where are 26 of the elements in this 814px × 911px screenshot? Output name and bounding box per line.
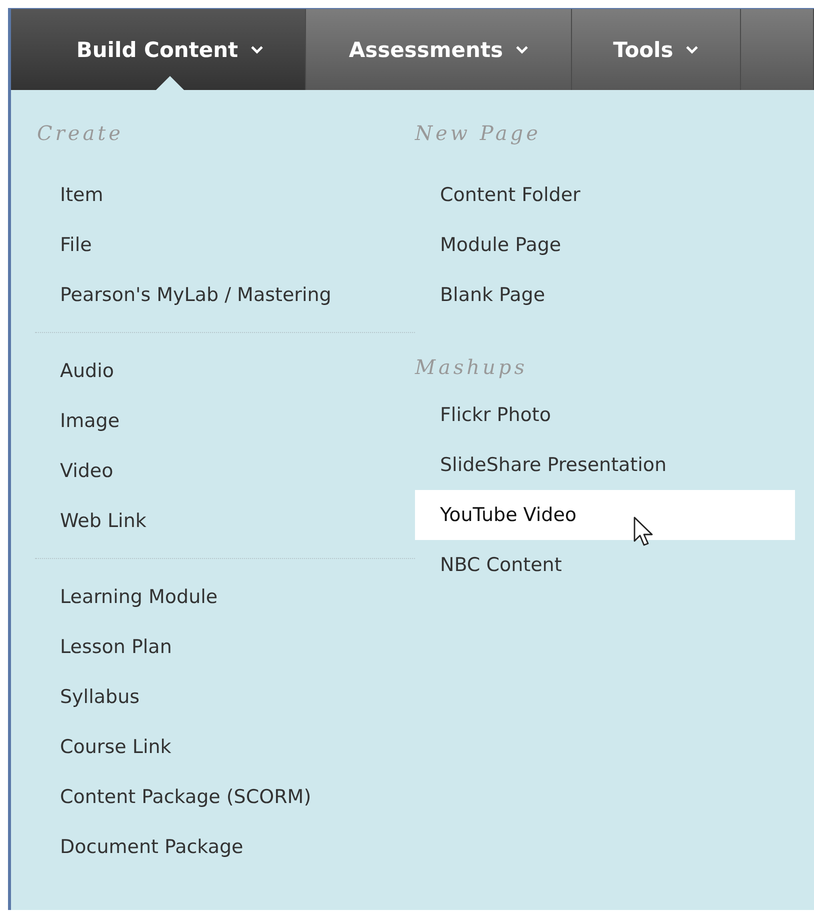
- menu-item[interactable]: Audio: [35, 346, 415, 396]
- menu-item[interactable]: SlideShare Presentation: [415, 440, 795, 490]
- menu-item[interactable]: Blank Page: [415, 270, 795, 320]
- chevron-down-icon: [685, 45, 700, 54]
- menu-item[interactable]: Syllabus: [35, 672, 415, 722]
- menu-item[interactable]: Content Folder: [415, 170, 795, 220]
- menu-item[interactable]: Learning Module: [35, 572, 415, 622]
- menu-item[interactable]: File: [35, 220, 415, 270]
- section-heading: Mashups: [415, 354, 528, 381]
- menu-item[interactable]: Document Package: [35, 822, 415, 872]
- section-heading: New Page: [415, 120, 542, 147]
- menu-item[interactable]: Video: [35, 446, 415, 496]
- menu-item[interactable]: Lesson Plan: [35, 622, 415, 672]
- menu-item[interactable]: Web Link: [35, 496, 415, 546]
- chevron-down-icon: [250, 45, 264, 54]
- menu-item[interactable]: Flickr Photo: [415, 390, 795, 440]
- menu-item[interactable]: Module Page: [415, 220, 795, 270]
- section-heading: Create: [36, 120, 124, 147]
- menu-item[interactable]: Pearson's MyLab / Mastering: [35, 270, 415, 320]
- menu-item[interactable]: Image: [35, 396, 415, 446]
- menu-item[interactable]: Course Link: [35, 722, 415, 772]
- menu-item[interactable]: NBC Content: [415, 540, 795, 590]
- chevron-down-icon: [515, 45, 529, 54]
- menu-tab[interactable]: Build Content: [11, 9, 306, 90]
- menu-item[interactable]: Content Package (SCORM): [35, 772, 415, 822]
- menu-item[interactable]: Item: [35, 170, 415, 220]
